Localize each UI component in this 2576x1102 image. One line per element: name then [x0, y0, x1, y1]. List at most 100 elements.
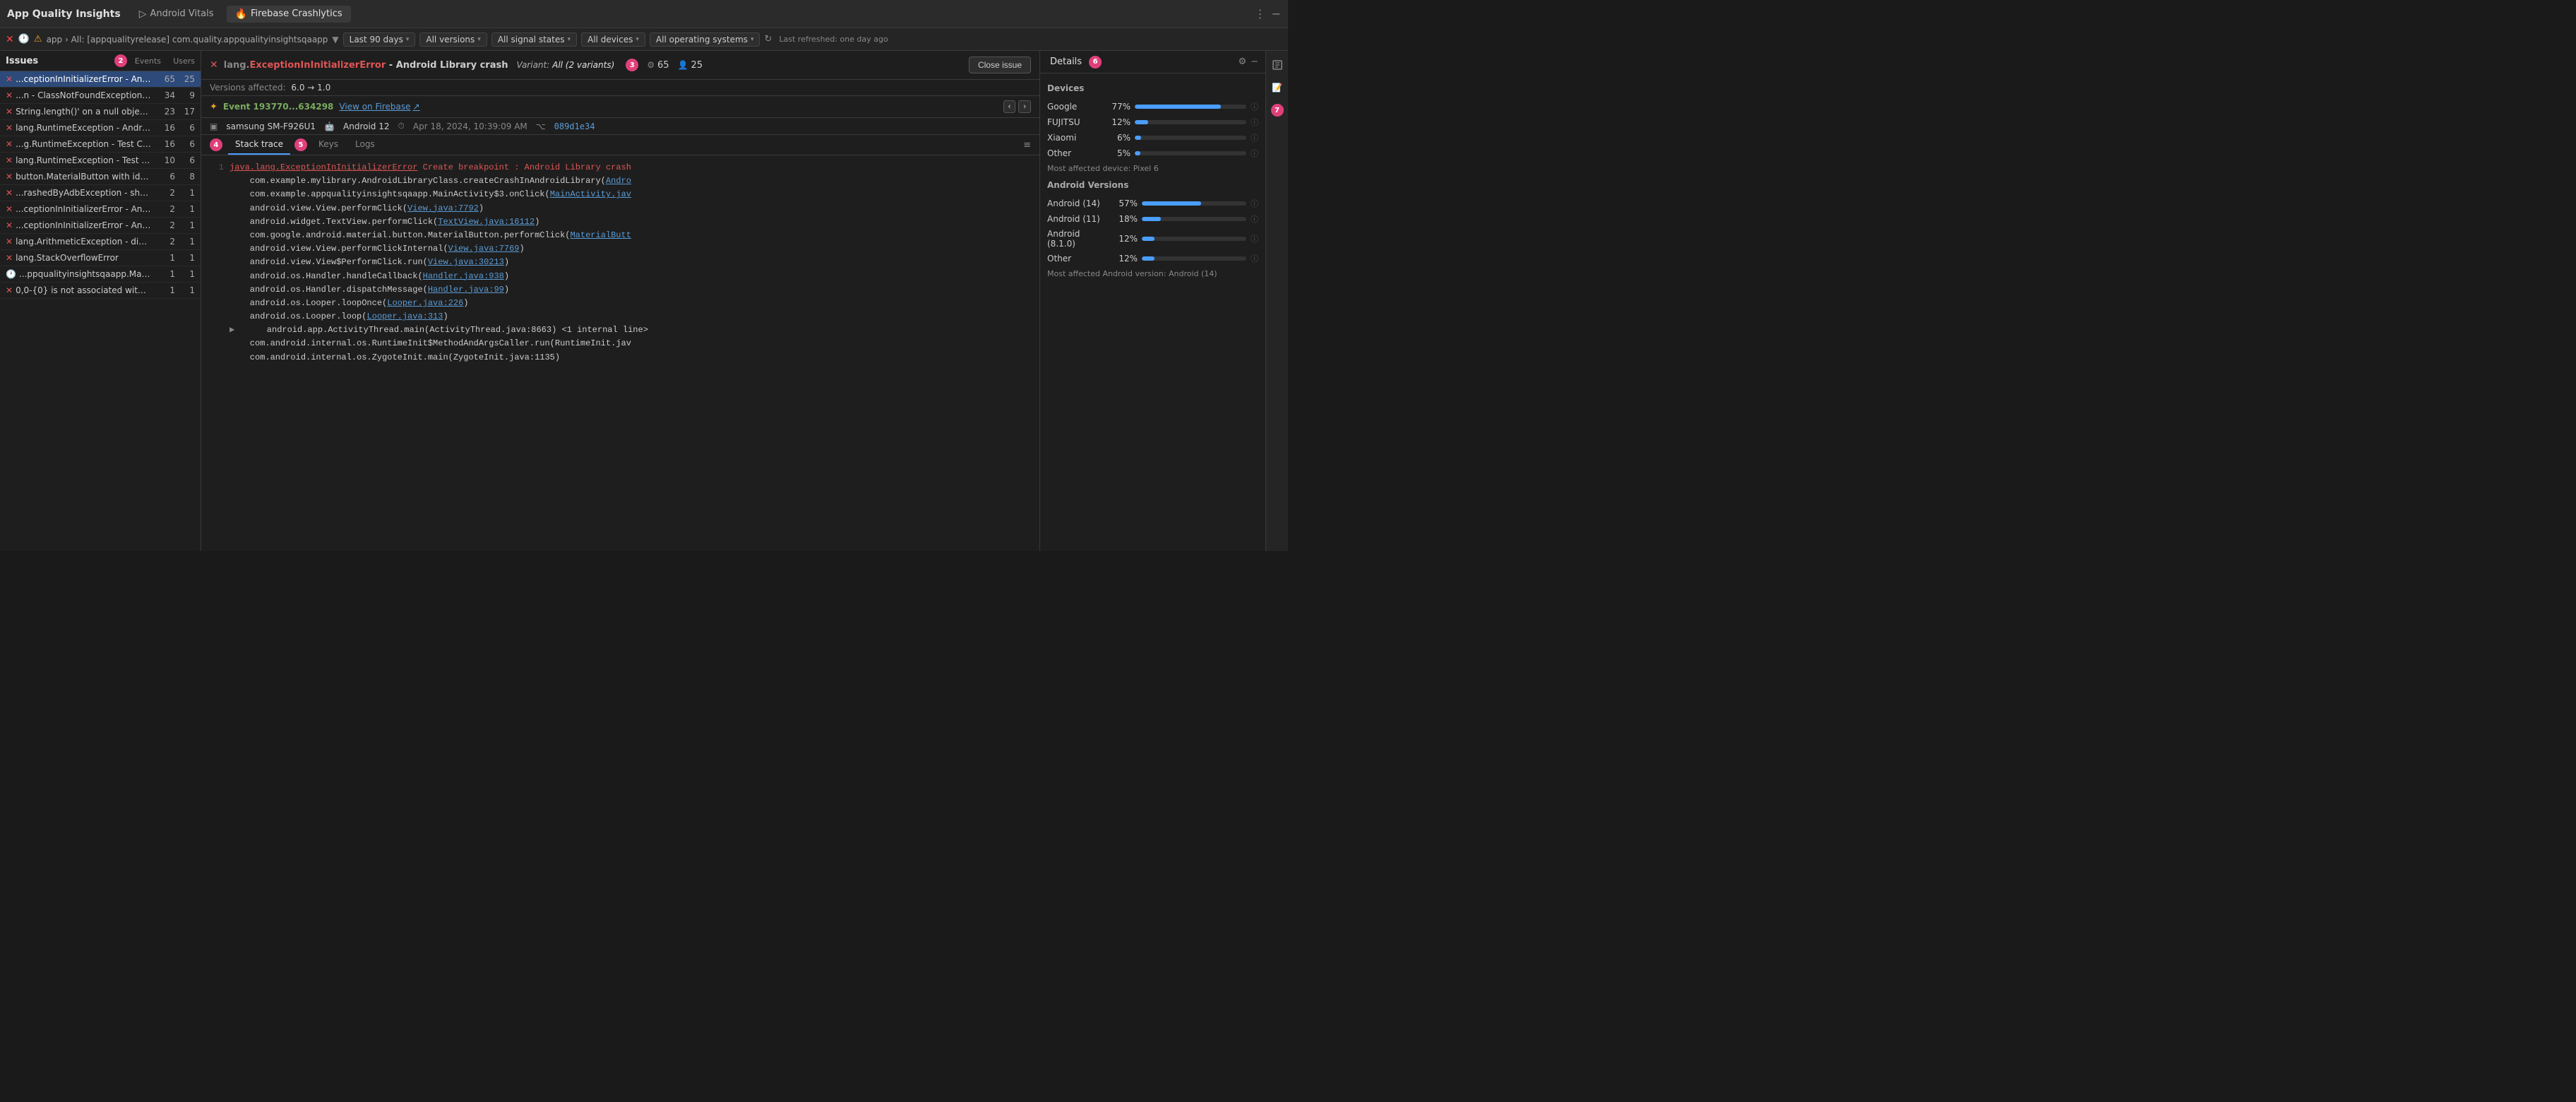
info-icon[interactable]: ⓘ [1251, 233, 1258, 244]
next-event-button[interactable]: › [1018, 100, 1031, 113]
settings-icon[interactable]: ⚙ [1238, 57, 1246, 67]
timestamp: Apr 18, 2024, 10:39:09 AM [413, 122, 527, 131]
class-ref-link[interactable]: Looper.java:226 [387, 298, 463, 308]
stack-line: android.widget.TextView.performClick(Tex… [210, 215, 1031, 229]
issue-events: 10 [154, 155, 175, 165]
error-class-link[interactable]: java.lang.ExceptionInInitializerError [229, 162, 417, 172]
close-issue-button[interactable]: Close issue [969, 57, 1031, 73]
issue-row[interactable]: ✕ lang.ArithmeticException - divide by z… [0, 234, 201, 250]
issue-text: ...ceptionInInitializerError - Android L… [16, 220, 151, 230]
issue-row[interactable]: ✕ ...g.RuntimeException - Test Crash new… [0, 136, 201, 153]
progress-fill [1142, 201, 1201, 206]
issue-row[interactable]: ✕ button.MaterialButton with id 'button'… [0, 169, 201, 185]
line-content: android.os.Looper.loopOnce(Looper.java:2… [229, 297, 1031, 310]
tab-stack-trace[interactable]: Stack trace [228, 135, 290, 155]
issue-row[interactable]: ✕ ...n - ClassNotFoundException at java … [0, 88, 201, 104]
issues-panel: Issues 2 Events Users ✕ ...ceptionInInit… [0, 51, 201, 551]
refresh-text: Last refreshed: one day ago [779, 35, 888, 44]
class-ref-link[interactable]: Looper.java:313 [366, 312, 443, 321]
android-version-row: Android (14) 57% ⓘ [1047, 196, 1258, 211]
event-bar: ✦ Event 193770...634298 View on Firebase… [201, 96, 1039, 118]
class-ref-link[interactable]: View.java:30213 [428, 257, 504, 267]
issue-events: 16 [154, 139, 175, 149]
progress-bar [1142, 201, 1246, 206]
issue-users: 25 [178, 74, 195, 84]
close-filter-icon[interactable]: ✕ [6, 34, 14, 45]
line-number [210, 188, 224, 201]
stack-line: ▶ android.app.ActivityThread.main(Activi… [210, 324, 1031, 337]
issue-row[interactable]: ✕ 0,0-{0} is not associated with a Fragm… [0, 283, 201, 299]
trace-annotation-4: 4 [210, 138, 222, 151]
class-ref-link[interactable]: Handler.java:938 [423, 271, 504, 281]
info-icon[interactable]: ⓘ [1251, 198, 1258, 209]
device-name-label: Other [1047, 148, 1104, 158]
filter-all-devices[interactable]: All devices ▾ [581, 32, 645, 47]
progress-fill [1142, 256, 1155, 261]
line-number [210, 283, 224, 297]
progress-fill [1142, 217, 1161, 221]
issue-row[interactable]: ✕ ...ceptionInInitializerError - Android… [0, 201, 201, 218]
sidebar-details-icon[interactable] [1269, 57, 1286, 73]
class-ref-link[interactable]: MaterialButt [570, 230, 631, 240]
filter-last-90-days[interactable]: Last 90 days ▾ [343, 32, 416, 47]
view-on-firebase-link[interactable]: View on Firebase ↗ [339, 102, 419, 112]
info-icon[interactable]: ⓘ [1251, 253, 1258, 264]
progress-bar [1135, 105, 1246, 109]
issue-row[interactable]: ✕ ...ceptionInInitializerError - Android… [0, 71, 201, 88]
info-icon[interactable]: ⓘ [1251, 101, 1258, 112]
issue-text: ...ppqualityinsightsqaapp.MainActivity$2… [19, 269, 151, 279]
trace-filter-icon[interactable]: ≡ [1023, 140, 1031, 150]
prev-event-button[interactable]: ‹ [1003, 100, 1016, 113]
error-icon: ✕ [6, 139, 13, 149]
more-icon[interactable]: ⋮ [1255, 7, 1266, 20]
issue-text: lang.RuntimeException - Android Library … [16, 123, 151, 133]
info-icon[interactable]: ⓘ [1251, 148, 1258, 159]
issue-row[interactable]: ✕ lang.StackOverflowError 1 1 [0, 250, 201, 266]
progress-fill [1142, 237, 1155, 241]
tab-keys[interactable]: Keys [311, 135, 345, 155]
class-ref-link[interactable]: View.java:7769 [448, 244, 520, 254]
breadcrumb-chevron[interactable]: ▼ [332, 35, 338, 45]
tab-logs[interactable]: Logs [348, 135, 382, 155]
most-affected-version: Most affected Android version: Android (… [1047, 269, 1258, 278]
line-number [210, 310, 224, 324]
expand-arrow[interactable]: ▶ [229, 324, 241, 337]
progress-bar [1135, 151, 1246, 155]
filter-operating-systems[interactable]: All operating systems ▾ [650, 32, 761, 47]
class-ref-link[interactable]: TextView.java:16112 [438, 217, 535, 227]
top-bar: App Quality Insights ▷ Android Vitals 🔥 … [0, 0, 1288, 28]
most-affected-device: Most affected device: Pixel 6 [1047, 164, 1258, 173]
info-icon[interactable]: ⓘ [1251, 213, 1258, 225]
android-icon: 🤖 [324, 122, 335, 131]
issue-row[interactable]: ✕ String.length()' on a null object refe… [0, 104, 201, 120]
sidebar-notes-icon[interactable]: 📝 [1269, 79, 1286, 96]
filter-signal-states[interactable]: All signal states ▾ [491, 32, 577, 47]
issue-row[interactable]: 🕐 ...ppqualityinsightsqaapp.MainActivity… [0, 266, 201, 283]
issue-row[interactable]: ✕ ...rashedByAdbException - shell-induce… [0, 185, 201, 201]
issue-events: 2 [154, 220, 175, 230]
issue-row[interactable]: ✕ ...ceptionInInitializerError - Android… [0, 218, 201, 234]
tab-firebase-crashlytics[interactable]: 🔥 Firebase Crashlytics [227, 6, 351, 23]
minimize-icon[interactable]: − [1272, 7, 1281, 20]
class-ref-link[interactable]: View.java:7792 [407, 203, 479, 213]
class-ref-link[interactable]: Handler.java:99 [428, 285, 504, 295]
panel-tab-details[interactable]: Details [1047, 55, 1085, 69]
line-content: android.os.Handler.handleCallback(Handle… [229, 270, 1031, 283]
class-ref-link[interactable]: MainActivity.jav [550, 189, 631, 199]
stack-line: android.view.View.performClick(View.java… [210, 202, 1031, 215]
line-number [210, 242, 224, 256]
event-icon: ✦ [210, 102, 217, 112]
issue-row[interactable]: ✕ lang.RuntimeException - Android Librar… [0, 120, 201, 136]
refresh-icon[interactable]: ↻ [764, 34, 772, 45]
tab-android-vitals[interactable]: ▷ Android Vitals [131, 6, 222, 23]
issue-row[interactable]: ✕ lang.RuntimeException - Test Crash vcs… [0, 153, 201, 169]
version-pct: 18% [1115, 214, 1138, 224]
info-icon[interactable]: ⓘ [1251, 117, 1258, 128]
chevron-down-icon: ▾ [406, 36, 410, 43]
panel-minimize-icon[interactable]: − [1251, 57, 1258, 67]
class-ref-link[interactable]: Andro [606, 176, 631, 186]
line-content: android.view.View.performClickInternal(V… [229, 242, 1031, 256]
issue-users: 6 [178, 123, 195, 133]
filter-all-versions[interactable]: All versions ▾ [419, 32, 487, 47]
info-icon[interactable]: ⓘ [1251, 132, 1258, 143]
